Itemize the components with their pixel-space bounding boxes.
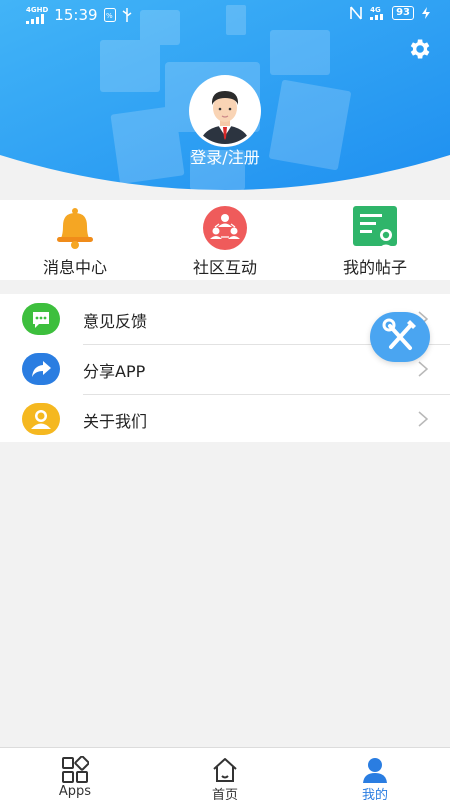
share-icon — [22, 353, 60, 385]
charging-icon — [422, 7, 430, 19]
quick-item-label: 社区互动 — [192, 258, 257, 277]
list-item-label: 分享APP — [83, 362, 146, 381]
about-icon — [22, 403, 60, 435]
home-icon — [213, 758, 237, 782]
community-icon — [203, 206, 247, 250]
list-item-label: 意见反馈 — [83, 312, 148, 331]
signal-right-icon: 4G — [370, 5, 384, 20]
tab-label: Apps — [58, 784, 92, 799]
bottom-navigation: Apps 首页 我的 — [0, 747, 450, 800]
user-avatar[interactable] — [189, 75, 261, 147]
quick-item-my-posts[interactable]: 我的帖子 — [300, 206, 450, 277]
apps-grid-icon — [62, 756, 89, 783]
nfc-icon — [350, 6, 362, 20]
tab-label: 我的 — [361, 788, 388, 800]
chevron-right-icon — [418, 361, 428, 377]
chevron-right-icon — [418, 411, 428, 427]
network-type-right: 4G — [370, 5, 381, 14]
posts-icon — [353, 206, 397, 250]
volte-icon: % — [103, 8, 116, 22]
status-bar: 4GHD 15:39 % 4G 93 — [0, 0, 450, 30]
signal-icon: 4GHD — [26, 5, 49, 24]
quick-item-community[interactable]: 社区互动 — [150, 206, 300, 277]
user-avatar-icon — [192, 78, 258, 144]
tab-profile[interactable]: 我的 — [300, 752, 450, 800]
list-item-label: 关于我们 — [83, 412, 148, 431]
bell-icon — [57, 208, 93, 249]
usb-icon — [122, 8, 131, 22]
quick-item-label: 我的帖子 — [342, 258, 407, 277]
login-register-link[interactable]: 登录/注册 — [0, 144, 450, 168]
tab-apps[interactable]: Apps — [0, 752, 150, 800]
quick-menu: 消息中心 社区互动 我的帖子 — [0, 200, 450, 280]
quick-item-label: 消息中心 — [42, 258, 107, 277]
gear-icon[interactable] — [406, 36, 432, 62]
list-item-about-us[interactable]: 关于我们 — [0, 394, 450, 444]
svg-text:%: % — [106, 12, 113, 20]
tools-icon — [382, 318, 416, 350]
profile-header: 4GHD 15:39 % 4G 93 登录/注册 — [0, 0, 450, 200]
battery-indicator: 93 — [392, 6, 414, 20]
profile-icon — [363, 758, 387, 783]
tab-label: 首页 — [211, 788, 238, 800]
quick-item-messages[interactable]: 消息中心 — [0, 206, 150, 277]
feedback-icon — [22, 303, 60, 335]
floating-tools-button[interactable] — [370, 312, 430, 362]
network-type-left: 4GHD — [26, 5, 49, 14]
clock: 15:39 — [54, 6, 98, 24]
tab-home[interactable]: 首页 — [150, 752, 300, 800]
